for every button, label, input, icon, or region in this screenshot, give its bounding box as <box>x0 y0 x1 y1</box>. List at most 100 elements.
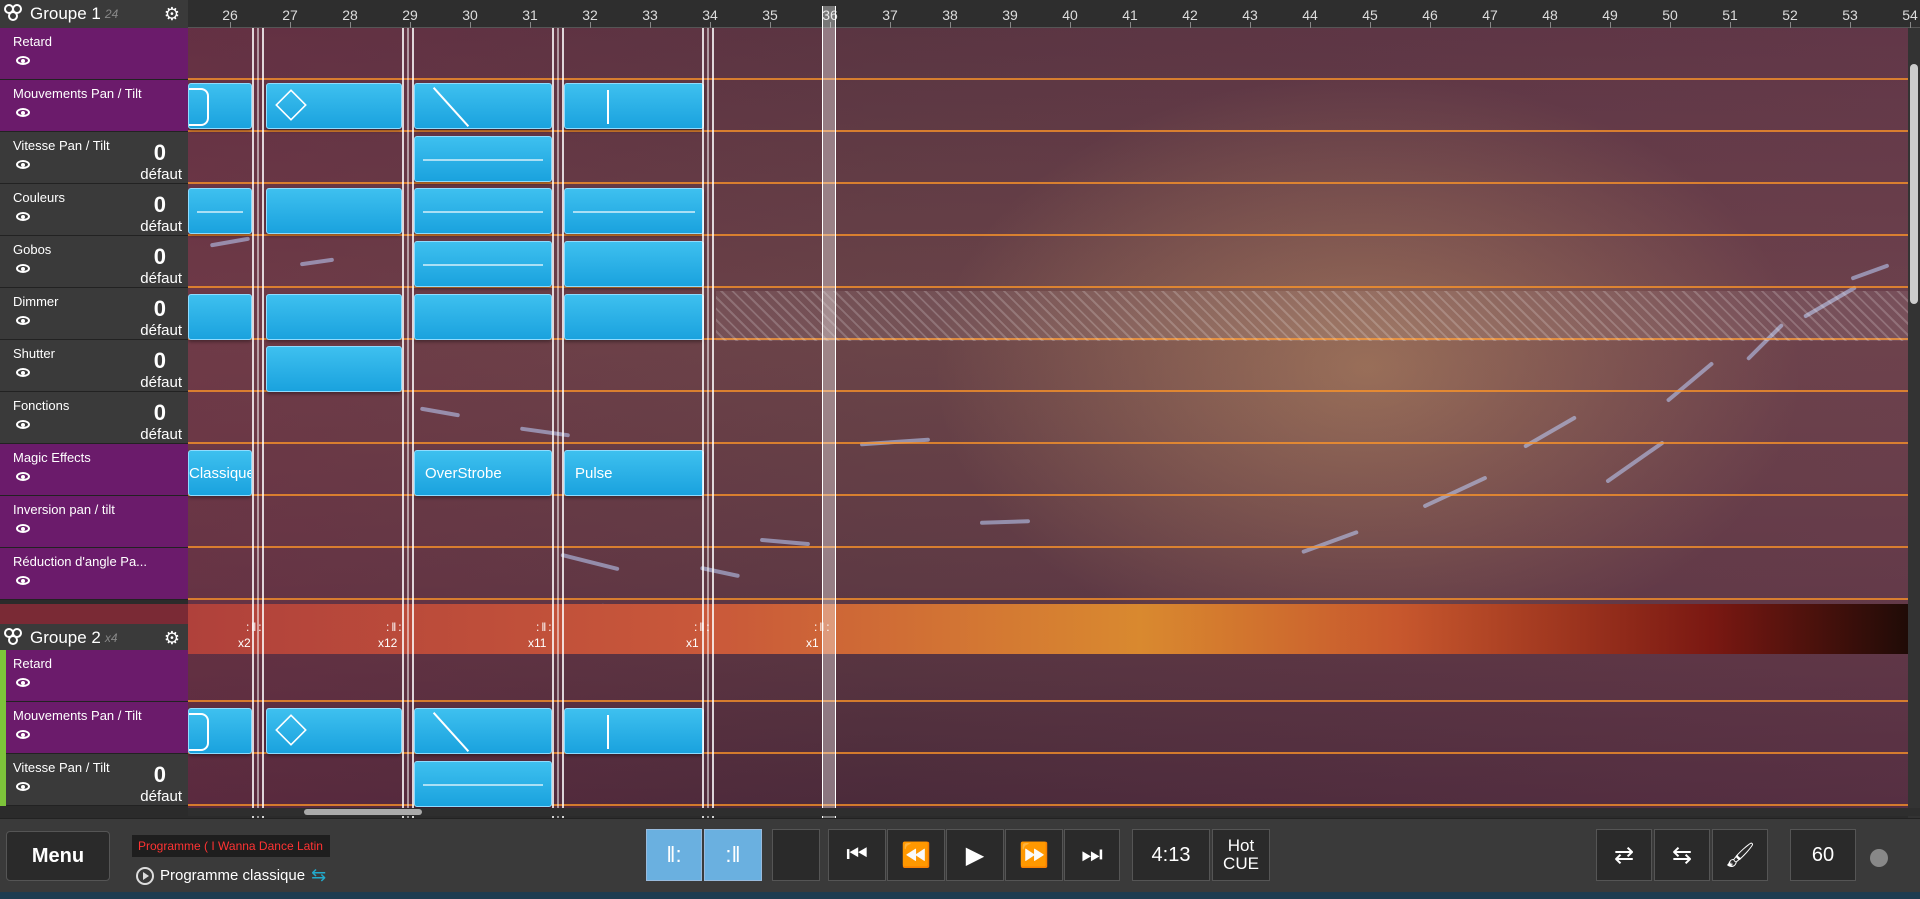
effect-block[interactable]: Classique <box>188 450 252 496</box>
track-lane[interactable] <box>188 28 1920 80</box>
effect-block[interactable] <box>188 708 252 754</box>
skip-forward-button[interactable]: ⏭ <box>1064 829 1120 881</box>
eye-icon[interactable] <box>16 782 30 791</box>
loop-count: x1 <box>806 636 819 650</box>
group-name: Groupe 2 <box>30 628 101 647</box>
bar-marker <box>402 28 414 818</box>
eye-icon[interactable] <box>16 730 30 739</box>
hot-cue-button[interactable]: Hot CUE <box>1212 829 1270 881</box>
bpm-display[interactable]: 60 <box>1790 829 1856 881</box>
vertical-scrollbar[interactable] <box>1908 28 1920 818</box>
repeat-icon[interactable]: ⇆ <box>311 865 326 886</box>
fast-forward-icon: ⏩ <box>1019 841 1049 869</box>
eye-icon[interactable] <box>16 316 30 325</box>
expand-button[interactable]: ⇄ <box>1596 829 1652 881</box>
gear-icon[interactable]: ⚙ <box>164 4 180 25</box>
horizontal-scrollbar[interactable] <box>188 808 1920 816</box>
group-header[interactable]: Groupe 2 x4 ⚙ <box>0 624 188 652</box>
effect-block[interactable] <box>414 83 552 129</box>
loop-end-button[interactable]: :‖ <box>704 829 762 881</box>
gear-icon[interactable]: ⚙ <box>164 628 180 649</box>
track-value: 0 <box>153 762 166 787</box>
vertical-scroll-thumb[interactable] <box>1910 64 1918 304</box>
effect-block[interactable] <box>188 188 252 234</box>
effect-block[interactable] <box>414 294 552 340</box>
ruler-tick: 31 <box>522 7 538 23</box>
effect-block[interactable] <box>564 188 704 234</box>
compress-button[interactable]: ⇆ <box>1654 829 1710 881</box>
skip-back-button[interactable]: ⏮ <box>828 829 886 881</box>
bar-marker <box>252 28 264 818</box>
menu-button[interactable]: Menu <box>6 831 110 881</box>
eye-icon[interactable] <box>16 264 30 273</box>
track-lane[interactable] <box>188 340 1920 392</box>
stop-button[interactable] <box>772 829 820 881</box>
diamond-icon <box>275 89 307 121</box>
eye-icon[interactable] <box>16 678 30 687</box>
effect-block[interactable] <box>266 294 402 340</box>
horizontal-scroll-thumb[interactable] <box>304 809 422 815</box>
effect-block[interactable] <box>564 708 704 754</box>
audio-waveform[interactable] <box>188 604 1920 654</box>
playhead[interactable] <box>822 6 836 818</box>
eye-icon[interactable] <box>16 524 30 533</box>
ruler-tick: 54 <box>1902 7 1918 23</box>
bar-marker <box>552 28 564 818</box>
group-icon <box>4 4 26 24</box>
effect-block[interactable] <box>266 83 402 129</box>
effect-block[interactable] <box>414 136 552 182</box>
track-lane[interactable] <box>188 392 1920 444</box>
eye-icon[interactable] <box>16 576 30 585</box>
effect-block[interactable] <box>188 294 252 340</box>
loop-start-button[interactable]: ‖: <box>646 829 702 881</box>
ruler-tick: 49 <box>1602 7 1618 23</box>
group-color-bar <box>0 650 6 806</box>
loop-count: x11 <box>528 636 547 650</box>
program-selector[interactable]: Programme classique ⇆ <box>136 865 326 886</box>
track-name: Fonctions <box>13 398 70 413</box>
circle-path-icon <box>189 713 209 751</box>
track-lane[interactable] <box>188 496 1920 548</box>
eye-icon[interactable] <box>16 368 30 377</box>
ruler-tick: 41 <box>1122 7 1138 23</box>
eye-icon[interactable] <box>16 420 30 429</box>
play-icon: ▶ <box>965 841 985 869</box>
track-name: Retard <box>13 34 53 49</box>
loop-dots: :‖: <box>536 620 554 634</box>
flat-line-icon <box>423 159 543 161</box>
track-lane[interactable] <box>188 650 1920 702</box>
rewind-button[interactable]: ⏪ <box>887 829 945 881</box>
eye-icon[interactable] <box>16 108 30 117</box>
effect-block[interactable]: OverStrobe <box>414 450 552 496</box>
effect-block[interactable] <box>266 188 402 234</box>
effect-block[interactable] <box>414 761 552 807</box>
group-header[interactable]: Groupe 1 24 ⚙ <box>0 0 188 28</box>
effect-block[interactable] <box>564 241 704 287</box>
effect-block[interactable] <box>414 241 552 287</box>
eye-icon[interactable] <box>16 212 30 221</box>
eye-icon[interactable] <box>16 56 30 65</box>
effect-block[interactable] <box>266 708 402 754</box>
track-lane[interactable] <box>188 548 1920 600</box>
ruler-tick: 32 <box>582 7 598 23</box>
eye-icon[interactable] <box>16 160 30 169</box>
effect-block[interactable] <box>564 294 704 340</box>
effect-block[interactable] <box>266 346 402 392</box>
track-label: Réduction d'angle Pa... <box>0 548 188 600</box>
effect-block[interactable]: Pulse <box>564 450 704 496</box>
ruler-tick: 51 <box>1722 7 1738 23</box>
effect-block[interactable] <box>414 708 552 754</box>
play-button[interactable]: ▶ <box>946 829 1004 881</box>
effect-block[interactable] <box>414 188 552 234</box>
hot-label: Hot <box>1227 836 1255 855</box>
fast-forward-button[interactable]: ⏩ <box>1005 829 1063 881</box>
paint-button[interactable]: 🖌 <box>1712 829 1768 881</box>
eye-icon[interactable] <box>16 472 30 481</box>
track-label: Fonctions 0 défaut <box>0 392 188 444</box>
effect-block[interactable] <box>564 83 704 129</box>
effect-name: OverStrobe <box>425 464 502 482</box>
record-indicator[interactable] <box>1870 849 1888 867</box>
effect-block[interactable] <box>188 83 252 129</box>
program-tag: Programme ( I Wanna Dance Latin <box>132 835 330 857</box>
timeline-ruler[interactable]: 26 27 28 29 30 31 32 33 34 35 36 37 38 39 40 41 42 43 44 45… <box>188 0 1920 28</box>
